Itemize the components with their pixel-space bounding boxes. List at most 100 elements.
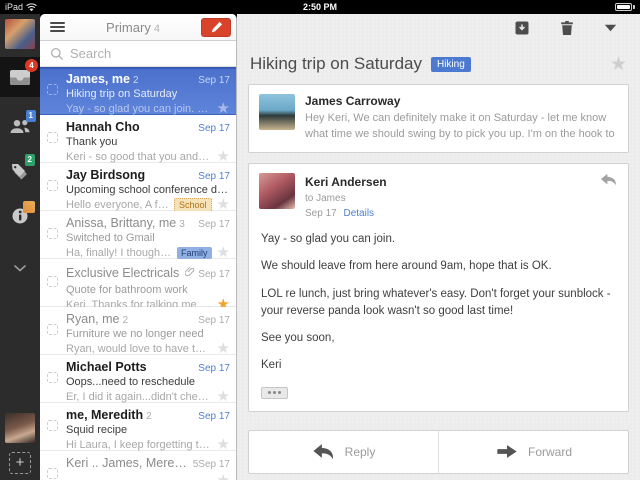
- rail-more[interactable]: [0, 249, 40, 287]
- message-subject: Thank you: [66, 136, 230, 148]
- reply-button[interactable]: [600, 173, 618, 221]
- message-date: Sep 17: [198, 123, 230, 134]
- message-subject: Oops...need to reschedule: [66, 376, 230, 388]
- star-icon[interactable]: ★: [217, 341, 230, 356]
- list-item[interactable]: Exclusive Electricals Sep 17 Quote for b…: [40, 259, 236, 307]
- details-link[interactable]: Details: [343, 208, 374, 219]
- message-date: Sep 17: [198, 411, 230, 422]
- info-badge: [23, 201, 35, 213]
- row-checkbox[interactable]: [47, 84, 58, 95]
- label-chip[interactable]: Family: [177, 247, 212, 259]
- forward-button[interactable]: Forward: [438, 431, 628, 473]
- chevron-down-icon: [604, 24, 617, 32]
- star-icon[interactable]: ★: [217, 437, 230, 452]
- star-icon[interactable]: ★: [217, 245, 230, 260]
- conversation-toolbar: [248, 14, 629, 41]
- star-icon[interactable]: ★: [217, 149, 230, 164]
- message-date: Sep 17: [198, 171, 230, 182]
- add-account-button[interactable]: +: [9, 452, 31, 474]
- row-checkbox[interactable]: [47, 180, 58, 191]
- thread-count: 2: [146, 411, 152, 422]
- list-title: Primary4: [65, 20, 201, 35]
- message-collapsed[interactable]: James Carroway Hey Keri, We can definite…: [248, 84, 629, 153]
- conversation-label-chip[interactable]: Hiking: [431, 57, 471, 72]
- star-icon[interactable]: ★: [217, 101, 230, 116]
- reply-icon: [312, 443, 336, 460]
- list-item[interactable]: Michael Potts Sep 17 Oops...need to resc…: [40, 355, 236, 403]
- more-actions-button[interactable]: [604, 24, 617, 32]
- message-expanded: Keri Andersen to James Sep 17 Details Ya…: [248, 163, 629, 412]
- quoted-text-toggle[interactable]: [261, 387, 288, 399]
- sidebar-item-inbox[interactable]: 4: [0, 57, 40, 97]
- message-date: Sep 17: [198, 219, 230, 230]
- message-snippet: Hi Laura, I keep forgetting to ask you h…: [66, 439, 212, 451]
- recipient-line: to James: [305, 191, 387, 206]
- list-pane: Primary4 James, me 2: [40, 14, 237, 480]
- list-item[interactable]: Keri .. James, Meredith 5 Sep 17 ★: [40, 451, 236, 480]
- account-avatar[interactable]: [5, 19, 35, 49]
- pencil-icon: [210, 21, 223, 34]
- reply-icon: [600, 173, 618, 186]
- star-icon[interactable]: ★: [217, 197, 230, 212]
- thread-count: 2: [123, 315, 129, 326]
- message-date: Sep 17: [198, 459, 230, 470]
- attachment-icon: [185, 264, 195, 282]
- message-date: Sep 17: [198, 75, 230, 86]
- sender-name: Keri Andersen: [305, 173, 387, 191]
- secondary-account-avatar[interactable]: [5, 413, 35, 443]
- list-item[interactable]: Anissa, Brittany, me 3 Sep 17 Switched t…: [40, 211, 236, 259]
- message-snippet: Hello everyone, A few people hav...: [66, 199, 170, 211]
- sidebar-item-labels[interactable]: 2: [0, 152, 40, 190]
- row-checkbox[interactable]: [47, 468, 58, 479]
- search-input[interactable]: [70, 46, 210, 61]
- row-checkbox[interactable]: [47, 372, 58, 383]
- message-snippet: Keri - so good that you and Steve were a…: [66, 151, 212, 163]
- delete-button[interactable]: [560, 20, 574, 36]
- list-item[interactable]: me, Meredith 2 Sep 17 Squid recipe Hi La…: [40, 403, 236, 451]
- sender-names: Ryan, me: [66, 312, 120, 326]
- message-subject: Furniture we no longer need: [66, 328, 230, 340]
- message-date: Sep 17: [198, 269, 230, 280]
- sidebar-item-info[interactable]: [0, 197, 40, 235]
- archive-button[interactable]: [514, 20, 530, 36]
- row-checkbox[interactable]: [47, 228, 58, 239]
- star-icon[interactable]: ★: [217, 473, 230, 480]
- message-subject: Hiking trip on Saturday: [66, 88, 230, 100]
- nav-rail: 4 1 2: [0, 14, 40, 480]
- labels-badge: 2: [25, 154, 35, 166]
- row-checkbox[interactable]: [47, 276, 58, 287]
- reply-button[interactable]: Reply: [249, 431, 438, 473]
- list-item[interactable]: Jay Birdsong Sep 17 Upcoming school conf…: [40, 163, 236, 211]
- star-icon[interactable]: ★: [217, 389, 230, 404]
- row-checkbox[interactable]: [47, 420, 58, 431]
- sender-names: Jay Birdsong: [66, 168, 145, 182]
- list-item[interactable]: Hannah Cho Sep 17 Thank you Keri - so go…: [40, 115, 236, 163]
- mail-list: James, me 2 Sep 17 Hiking trip on Saturd…: [40, 67, 236, 480]
- chevron-down-icon: [14, 265, 26, 272]
- message-subject: Squid recipe: [66, 424, 230, 436]
- sender-names: Hannah Cho: [66, 120, 140, 134]
- sidebar-item-people[interactable]: 1: [0, 107, 40, 145]
- sender-names: Exclusive Electricals: [66, 266, 179, 280]
- sender-names: Keri .. James, Meredith: [66, 456, 190, 470]
- message-subject: Upcoming school conference dates: [66, 184, 230, 196]
- sender-names: James, me: [66, 72, 130, 86]
- list-header: Primary4: [40, 14, 236, 41]
- star-icon[interactable]: ★: [610, 55, 627, 74]
- compose-button[interactable]: [201, 18, 231, 37]
- message-snippet: Yay - so glad you can join. We sho...: [66, 103, 212, 115]
- message-snippet: Ryan, would love to have that table if i…: [66, 343, 212, 355]
- list-item[interactable]: Ryan, me 2 Sep 17 Furniture we no longer…: [40, 307, 236, 355]
- row-checkbox[interactable]: [47, 132, 58, 143]
- row-checkbox[interactable]: [47, 324, 58, 335]
- reply-label: Reply: [345, 445, 376, 459]
- menu-button[interactable]: [50, 22, 65, 32]
- plus-icon: +: [16, 454, 25, 471]
- archive-icon: [514, 20, 530, 36]
- sender-avatar: [259, 173, 295, 209]
- message-subject: Switched to Gmail: [66, 232, 230, 244]
- list-item[interactable]: James, me 2 Sep 17 Hiking trip on Saturd…: [40, 67, 236, 115]
- label-chip[interactable]: School: [174, 198, 212, 212]
- list-title-count: 4: [154, 23, 160, 35]
- search-bar[interactable]: [40, 41, 236, 67]
